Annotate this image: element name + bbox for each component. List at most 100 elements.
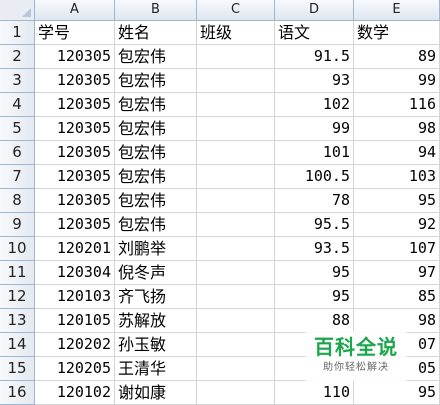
cell-d7[interactable]: 100.5 [275, 165, 354, 189]
cell-b11[interactable]: 倪冬声 [115, 261, 197, 285]
column-header-a[interactable]: A [35, 0, 115, 21]
cell-d5[interactable]: 99 [275, 117, 354, 141]
row-header[interactable]: 11 [0, 261, 35, 285]
cell-b15[interactable]: 王清华 [115, 357, 197, 381]
row-header[interactable]: 16 [0, 381, 35, 405]
cell-c1[interactable]: 班级 [197, 21, 275, 45]
cell-b1[interactable]: 姓名 [115, 21, 197, 45]
row-header[interactable]: 2 [0, 45, 35, 69]
cell-b8[interactable]: 包宏伟 [115, 189, 197, 213]
cell-e10[interactable]: 107 [354, 237, 440, 261]
cell-c14[interactable] [197, 333, 275, 357]
cell-a8[interactable]: 120305 [35, 189, 115, 213]
cell-e8[interactable]: 95 [354, 189, 440, 213]
cell-b14[interactable]: 孙玉敏 [115, 333, 197, 357]
cell-b4[interactable]: 包宏伟 [115, 93, 197, 117]
cell-d13[interactable]: 88 [275, 309, 354, 333]
cell-e6[interactable]: 94 [354, 141, 440, 165]
cell-b6[interactable]: 包宏伟 [115, 141, 197, 165]
cell-b7[interactable]: 包宏伟 [115, 165, 197, 189]
cell-d1[interactable]: 语文 [275, 21, 354, 45]
cell-c9[interactable] [197, 213, 275, 237]
cell-a1[interactable]: 学号 [35, 21, 115, 45]
cell-e7[interactable]: 103 [354, 165, 440, 189]
cell-b2[interactable]: 包宏伟 [115, 45, 197, 69]
cell-b12[interactable]: 齐飞扬 [115, 285, 197, 309]
cell-a13[interactable]: 120105 [35, 309, 115, 333]
cell-a11[interactable]: 120304 [35, 261, 115, 285]
cell-e1[interactable]: 数学 [354, 21, 440, 45]
cell-a7[interactable]: 120305 [35, 165, 115, 189]
row-header[interactable]: 5 [0, 117, 35, 141]
cell-b9[interactable]: 包宏伟 [115, 213, 197, 237]
column-header-d[interactable]: D [275, 0, 354, 21]
row-header[interactable]: 12 [0, 285, 35, 309]
cell-a12[interactable]: 120103 [35, 285, 115, 309]
cell-b13[interactable]: 苏解放 [115, 309, 197, 333]
cell-d10[interactable]: 93.5 [275, 237, 354, 261]
cell-d3[interactable]: 93 [275, 69, 354, 93]
cell-c4[interactable] [197, 93, 275, 117]
cell-b3[interactable]: 包宏伟 [115, 69, 197, 93]
cell-d8[interactable]: 78 [275, 189, 354, 213]
cell-e12[interactable]: 85 [354, 285, 440, 309]
cell-b5[interactable]: 包宏伟 [115, 117, 197, 141]
table-row: 11 120304 倪冬声 95 97 [0, 261, 440, 285]
cell-e3[interactable]: 99 [354, 69, 440, 93]
row-header[interactable]: 6 [0, 141, 35, 165]
cell-c16[interactable] [197, 381, 275, 405]
table-row: 3 120305 包宏伟 93 99 [0, 69, 440, 93]
row-header[interactable]: 9 [0, 213, 35, 237]
cell-a14[interactable]: 120202 [35, 333, 115, 357]
cell-d12[interactable]: 95 [275, 285, 354, 309]
cell-c5[interactable] [197, 117, 275, 141]
cell-a6[interactable]: 120305 [35, 141, 115, 165]
cell-e9[interactable]: 92 [354, 213, 440, 237]
cell-e2[interactable]: 89 [354, 45, 440, 69]
cell-c2[interactable] [197, 45, 275, 69]
column-header-b[interactable]: B [115, 0, 197, 21]
cell-d6[interactable]: 101 [275, 141, 354, 165]
cell-a2[interactable]: 120305 [35, 45, 115, 69]
row-header[interactable]: 14 [0, 333, 35, 357]
cell-e13[interactable]: 98 [354, 309, 440, 333]
row-header[interactable]: 10 [0, 237, 35, 261]
cell-b16[interactable]: 谢如康 [115, 381, 197, 405]
row-header[interactable]: 1 [0, 21, 35, 45]
cell-c13[interactable] [197, 309, 275, 333]
cell-c8[interactable] [197, 189, 275, 213]
row-header[interactable]: 13 [0, 309, 35, 333]
row-header[interactable]: 3 [0, 69, 35, 93]
select-all-button[interactable] [0, 0, 35, 21]
cell-c3[interactable] [197, 69, 275, 93]
cell-d11[interactable]: 95 [275, 261, 354, 285]
cell-a16[interactable]: 120102 [35, 381, 115, 405]
cell-a10[interactable]: 120201 [35, 237, 115, 261]
cell-b10[interactable]: 刘鹏举 [115, 237, 197, 261]
cell-c15[interactable] [197, 357, 275, 381]
cell-c7[interactable] [197, 165, 275, 189]
row-header[interactable]: 7 [0, 165, 35, 189]
cell-e16[interactable]: 95 [354, 381, 440, 405]
cell-d9[interactable]: 95.5 [275, 213, 354, 237]
cell-e11[interactable]: 97 [354, 261, 440, 285]
cell-e5[interactable]: 98 [354, 117, 440, 141]
cell-d2[interactable]: 91.5 [275, 45, 354, 69]
cell-c11[interactable] [197, 261, 275, 285]
cell-a15[interactable]: 120205 [35, 357, 115, 381]
cell-a4[interactable]: 120305 [35, 93, 115, 117]
cell-d16[interactable]: 110 [275, 381, 354, 405]
cell-d4[interactable]: 102 [275, 93, 354, 117]
column-header-e[interactable]: E [354, 0, 440, 21]
row-header[interactable]: 4 [0, 93, 35, 117]
cell-c6[interactable] [197, 141, 275, 165]
column-header-c[interactable]: C [197, 0, 275, 21]
cell-a5[interactable]: 120305 [35, 117, 115, 141]
cell-e4[interactable]: 116 [354, 93, 440, 117]
cell-c12[interactable] [197, 285, 275, 309]
row-header[interactable]: 8 [0, 189, 35, 213]
cell-c10[interactable] [197, 237, 275, 261]
cell-a9[interactable]: 120305 [35, 213, 115, 237]
row-header[interactable]: 15 [0, 357, 35, 381]
cell-a3[interactable]: 120305 [35, 69, 115, 93]
